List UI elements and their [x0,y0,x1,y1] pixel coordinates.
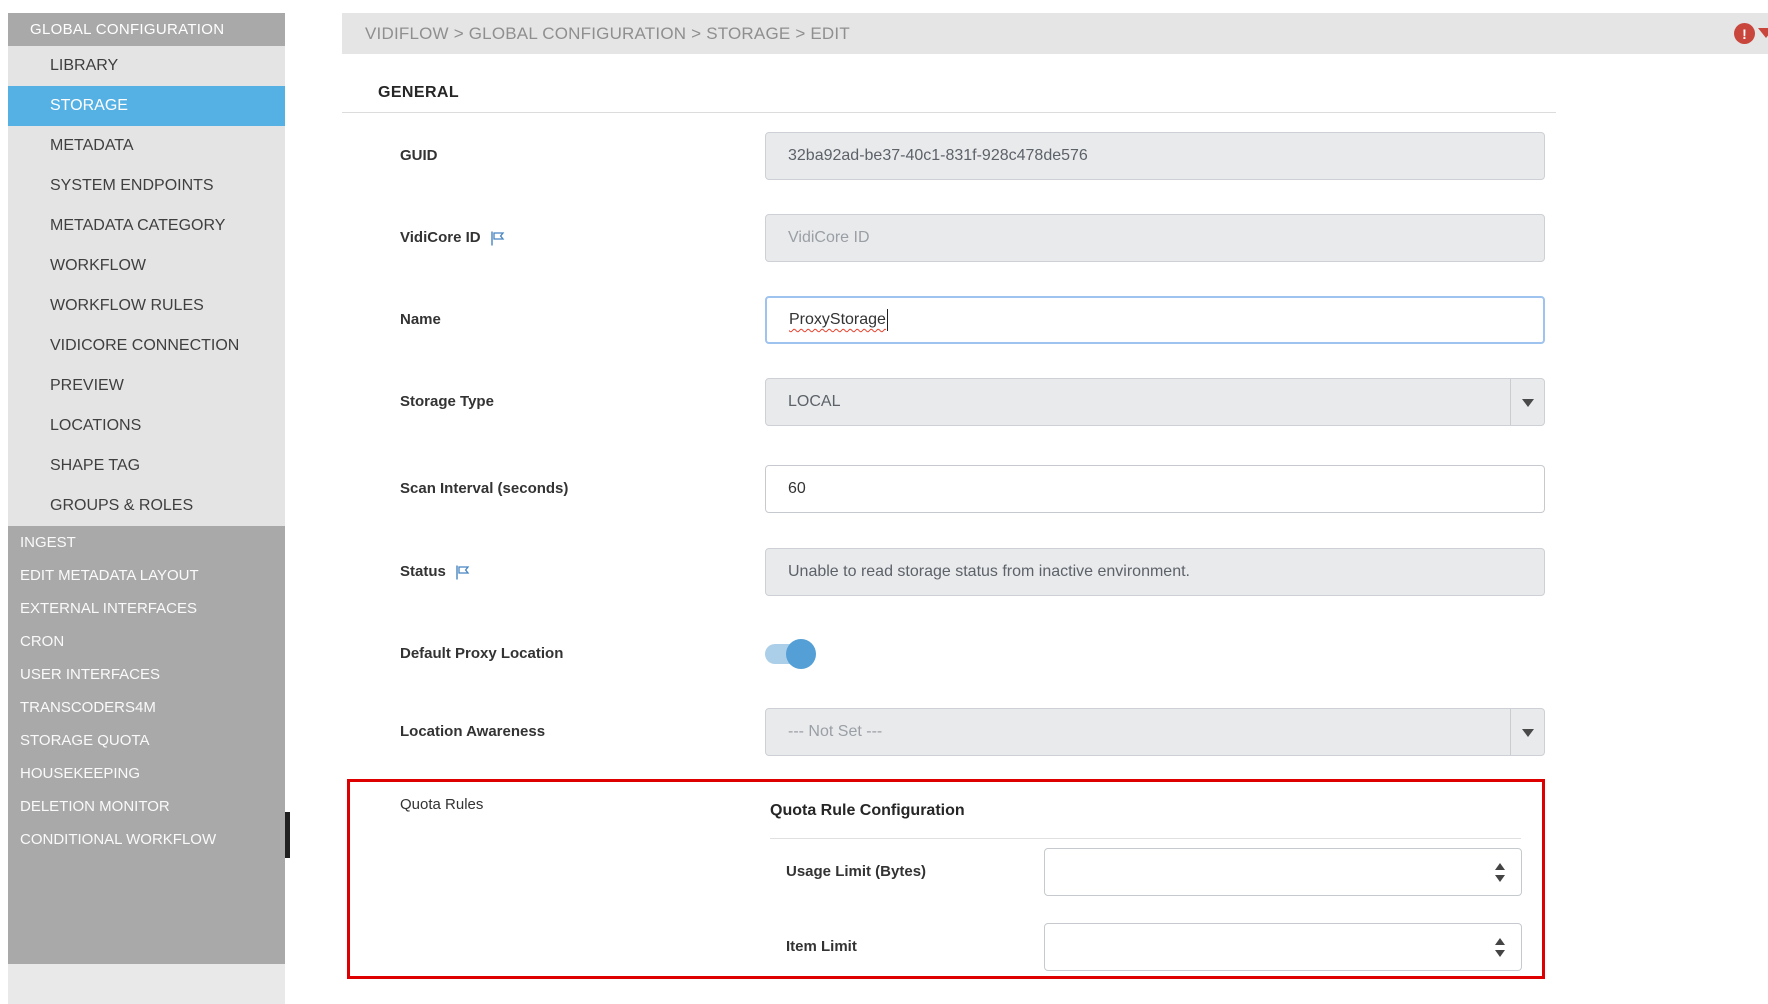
quota-rule-configuration-heading: Quota Rule Configuration [770,802,965,820]
sidebar-item-library[interactable]: LIBRARY [8,46,285,86]
item-limit-label: Item Limit [786,937,857,957]
text-cursor [887,309,889,331]
chevron-down-icon[interactable] [1510,709,1544,755]
stepper-down-icon[interactable] [1495,875,1505,887]
sidebar-item-conditional-workflow[interactable]: CONDITIONAL WORKFLOW [8,823,285,856]
vidicore-id-label-text: VidiCore ID [400,228,481,248]
sidebar-item-storage[interactable]: STORAGE [8,86,285,126]
sidebar-item-locations[interactable]: LOCATIONS [8,406,285,446]
vidicore-id-field: VidiCore ID [765,214,1545,262]
sidebar-item-external-interfaces[interactable]: EXTERNAL INTERFACES [8,592,285,625]
name-input[interactable]: ProxyStorage [765,296,1545,344]
sidebar-item-vidicore-connection[interactable]: VIDICORE CONNECTION [8,326,285,366]
sidebar-header: GLOBAL CONFIGURATION [8,13,285,46]
number-stepper[interactable] [1489,849,1511,895]
usage-limit-input[interactable] [1044,848,1522,896]
guid-label: GUID [400,146,438,166]
storage-type-label: Storage Type [400,392,494,412]
sidebar-item-metadata-category[interactable]: METADATA CATEGORY [8,206,285,246]
status-label-text: Status [400,562,446,582]
sidebar-footer [8,964,285,1004]
breadcrumb[interactable]: VIDIFLOW > GLOBAL CONFIGURATION > STORAG… [342,24,850,44]
stepper-down-icon[interactable] [1495,950,1505,962]
status-field: Unable to read storage status from inact… [765,548,1545,596]
storage-type-value: LOCAL [788,393,840,411]
sidebar-item-system-endpoints[interactable]: SYSTEM ENDPOINTS [8,166,285,206]
sidebar-item-ingest[interactable]: INGEST [8,526,285,559]
error-icon[interactable]: ! [1734,23,1755,44]
sidebar-item-metadata[interactable]: METADATA [8,126,285,166]
section-divider [342,112,1556,113]
chevron-down-icon[interactable] [1510,379,1544,425]
sidebar-item-preview[interactable]: PREVIEW [8,366,285,406]
vidicore-id-label: VidiCore ID [400,228,506,248]
location-awareness-value: --- Not Set --- [788,723,882,741]
sidebar-item-user-interfaces[interactable]: USER INTERFACES [8,658,285,691]
sidebar-item-workflow-rules[interactable]: WORKFLOW RULES [8,286,285,326]
sidebar-item-groups-roles[interactable]: GROUPS & ROLES [8,486,285,526]
location-awareness-select[interactable]: --- Not Set --- [765,708,1545,756]
page-title: GENERAL [378,84,459,102]
number-stepper[interactable] [1489,924,1511,970]
toggle-knob [786,639,816,669]
sidebar: GLOBAL CONFIGURATION LIBRARY STORAGE MET… [8,13,285,964]
quota-divider [770,838,1521,839]
guid-field: 32ba92ad-be37-40c1-831f-928c478de576 [765,132,1545,180]
default-proxy-location-toggle[interactable] [765,644,813,664]
stepper-up-icon[interactable] [1495,858,1505,870]
sidebar-item-storage-quota[interactable]: STORAGE QUOTA [8,724,285,757]
sidebar-sub-nav: LIBRARY STORAGE METADATA SYSTEM ENDPOINT… [8,46,285,526]
sidebar-item-cron[interactable]: CRON [8,625,285,658]
location-awareness-label: Location Awareness [400,722,545,742]
stepper-up-icon[interactable] [1495,933,1505,945]
sidebar-item-housekeeping[interactable]: HOUSEKEEPING [8,757,285,790]
sidebar-scrollbar-thumb[interactable] [285,812,290,858]
flag-icon [489,230,506,247]
sidebar-main-nav: INGEST EDIT METADATA LAYOUT EXTERNAL INT… [8,526,285,964]
default-proxy-location-label: Default Proxy Location [400,644,563,664]
usage-limit-label: Usage Limit (Bytes) [786,862,926,882]
breadcrumb-bar: VIDIFLOW > GLOBAL CONFIGURATION > STORAG… [342,13,1768,54]
sidebar-item-deletion-monitor[interactable]: DELETION MONITOR [8,790,285,823]
caret-down-icon [1758,28,1768,46]
sidebar-item-shape-tag[interactable]: SHAPE TAG [8,446,285,486]
item-limit-input[interactable] [1044,923,1522,971]
scan-interval-label: Scan Interval (seconds) [400,479,568,499]
sidebar-item-edit-metadata-layout[interactable]: EDIT METADATA LAYOUT [8,559,285,592]
name-label: Name [400,310,441,330]
status-label: Status [400,562,471,582]
app-window: GLOBAL CONFIGURATION LIBRARY STORAGE MET… [0,0,1768,1004]
sidebar-item-workflow[interactable]: WORKFLOW [8,246,285,286]
sidebar-item-transcoders4m[interactable]: TRANSCODERS4M [8,691,285,724]
flag-icon [454,564,471,581]
storage-type-select[interactable]: LOCAL [765,378,1545,426]
scan-interval-input[interactable]: 60 [765,465,1545,513]
vidicore-id-placeholder: VidiCore ID [788,229,870,247]
quota-rules-label: Quota Rules [400,795,483,815]
name-value: ProxyStorage [789,311,886,329]
